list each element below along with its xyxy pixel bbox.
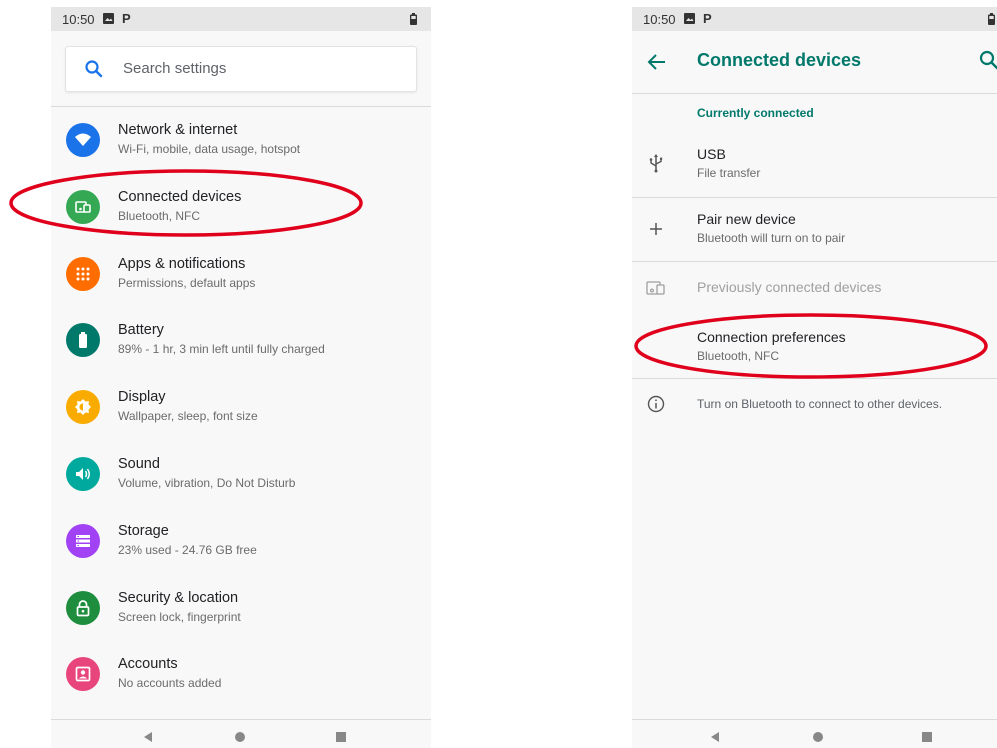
parking-notification-icon: P	[703, 11, 712, 26]
nav-home-icon[interactable]	[813, 732, 823, 742]
lock-icon	[66, 590, 100, 625]
settings-item-subtitle: Wi-Fi, mobile, data usage, hotspot	[118, 142, 301, 156]
devices-icon	[646, 281, 665, 295]
settings-item-battery[interactable]: Battery 89% - 1 hr, 3 min left until ful…	[51, 307, 431, 374]
search-icon[interactable]	[978, 49, 997, 71]
status-time: 10:50	[643, 12, 676, 27]
connection-preferences-item[interactable]: Connection preferences Bluetooth, NFC	[632, 318, 997, 380]
page-title: Connected devices	[697, 50, 862, 70]
battery-status-icon	[988, 13, 995, 25]
info-text: Turn on Bluetooth to connect to other de…	[697, 397, 943, 411]
settings-item-subtitle: 89% - 1 hr, 3 min left until fully charg…	[118, 342, 325, 357]
settings-item-subtitle: Volume, vibration, Do Not Disturb	[118, 475, 296, 490]
settings-item-subtitle: Screen lock, fingerprint	[118, 609, 241, 624]
settings-item-subtitle: Permissions, default apps	[118, 275, 256, 290]
settings-item-sound[interactable]: Sound Volume, vibration, Do Not Disturb	[51, 441, 431, 508]
status-time: 10:50	[62, 12, 95, 27]
parking-notification-icon: P	[122, 11, 131, 26]
nav-back-icon[interactable]	[710, 732, 720, 742]
pair-new-device-item[interactable]: Pair new device Bluetooth will turn on t…	[632, 198, 997, 261]
settings-item-title: Apps & notifications	[118, 255, 246, 272]
settings-item-security[interactable]: Security & location Screen lock, fingerp…	[51, 575, 431, 642]
search-placeholder: Search settings	[123, 60, 227, 77]
connected-devices-screen: 10:50 P Connected devices Currently conn…	[632, 7, 997, 748]
bluetooth-info: Turn on Bluetooth to connect to other de…	[632, 379, 997, 429]
settings-item-title: Accounts	[118, 656, 178, 673]
search-icon	[85, 60, 103, 78]
settings-item-network[interactable]: Network & internet Wi-Fi, mobile, data u…	[51, 107, 431, 174]
settings-item-subtitle: No accounts added	[118, 676, 222, 691]
usb-subtitle: File transfer	[697, 166, 761, 180]
settings-item-title: Sound	[118, 455, 160, 472]
battery-icon	[66, 323, 100, 358]
settings-item-apps[interactable]: Apps & notifications Permissions, defaul…	[51, 241, 431, 308]
volume-icon	[66, 456, 100, 491]
devices-icon	[66, 189, 100, 224]
nav-recents-icon[interactable]	[922, 732, 932, 742]
account-icon	[66, 657, 100, 692]
prefs-title: Connection preferences	[697, 329, 846, 345]
settings-item-title: Storage	[118, 522, 169, 539]
settings-item-title: Display	[118, 389, 166, 406]
usb-item[interactable]: USB File transfer	[632, 135, 997, 197]
usb-title: USB	[697, 146, 726, 162]
add-icon	[650, 223, 662, 235]
back-arrow-icon[interactable]	[646, 51, 668, 73]
settings-item-title: Connected devices	[118, 188, 242, 205]
settings-list: Network & internet Wi-Fi, mobile, data u…	[51, 107, 431, 708]
settings-item-connected-devices[interactable]: Connected devices Bluetooth, NFC	[51, 174, 431, 241]
wifi-icon	[66, 123, 100, 157]
settings-item-display[interactable]: Display Wallpaper, sleep, font size	[51, 374, 431, 441]
brightness-icon	[66, 390, 100, 425]
image-notification-icon	[684, 13, 695, 24]
settings-item-subtitle: 23% used - 24.76 GB free	[118, 542, 257, 557]
prefs-subtitle: Bluetooth, NFC	[697, 349, 780, 363]
navigation-bar	[51, 719, 431, 748]
apps-icon	[66, 256, 100, 291]
nav-back-icon[interactable]	[143, 732, 153, 742]
app-bar: Connected devices	[632, 31, 997, 94]
previously-connected-item[interactable]: Previously connected devices	[632, 262, 997, 310]
settings-item-storage[interactable]: Storage 23% used - 24.76 GB free	[51, 508, 431, 575]
settings-item-title: Security & location	[118, 589, 239, 606]
search-area: Search settings	[51, 31, 431, 107]
navigation-bar	[632, 719, 997, 748]
settings-screen: 10:50 P Search settings Network & intern…	[51, 7, 431, 748]
settings-item-subtitle: Wallpaper, sleep, font size	[118, 409, 258, 424]
info-icon	[647, 395, 665, 413]
nav-recents-icon[interactable]	[336, 732, 346, 742]
previous-title: Previously connected devices	[697, 279, 882, 295]
status-bar: 10:50 P	[51, 7, 431, 31]
settings-item-title: Battery	[118, 322, 164, 339]
nav-home-icon[interactable]	[235, 732, 245, 742]
status-bar: 10:50 P	[632, 7, 997, 31]
image-notification-icon	[103, 13, 114, 24]
settings-item-subtitle: Bluetooth, NFC	[118, 208, 201, 223]
settings-item-title: Network & internet	[118, 122, 238, 138]
battery-status-icon	[410, 13, 417, 25]
pair-subtitle: Bluetooth will turn on to pair	[697, 231, 846, 245]
usb-icon	[649, 154, 663, 173]
pair-title: Pair new device	[697, 211, 796, 227]
section-header-currently-connected: Currently connected	[697, 106, 814, 120]
search-settings-field[interactable]: Search settings	[65, 46, 417, 92]
settings-item-accounts[interactable]: Accounts No accounts added	[51, 641, 431, 708]
storage-icon	[66, 523, 100, 558]
